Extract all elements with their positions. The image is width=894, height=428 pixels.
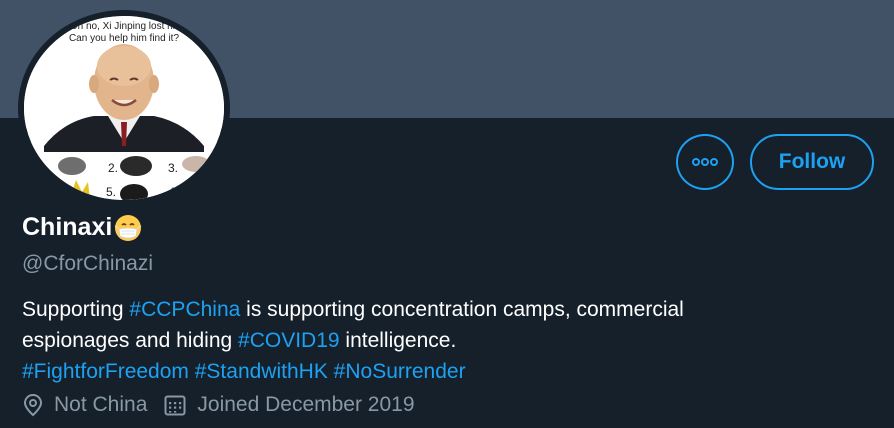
hashtag-link[interactable]: #CCPChina: [129, 298, 240, 321]
calendar-icon: [164, 395, 186, 416]
avatar-option-3: 3.: [168, 161, 178, 175]
more-options-button[interactable]: [676, 134, 734, 190]
bio-text: espionages and hiding: [22, 329, 239, 352]
display-name: Chinaxi: [22, 213, 113, 241]
follow-button-label: Follow: [778, 150, 846, 173]
bio-line-1: Supporting #CCPChina is supporting conce…: [22, 294, 882, 325]
joined-item: Joined December 2019: [163, 393, 415, 417]
bio-text: is supporting concentration camps, comme…: [240, 298, 684, 321]
hashtag-link[interactable]: #NoSurrender: [334, 360, 466, 383]
bio-text: intelligence.: [339, 329, 457, 352]
profile-handle: @CforChinazi: [22, 252, 154, 275]
profile-name-row: Chinaxi: [22, 213, 142, 242]
location-text: Not China: [54, 393, 148, 416]
avatar-option-5: 5.: [106, 185, 116, 199]
follow-button[interactable]: Follow: [750, 134, 874, 190]
profile-avatar[interactable]: Oh no, Xi Jinping lost his hair! Can you…: [18, 10, 230, 206]
avatar-option-1: 1.: [38, 161, 48, 175]
hashtag-link[interactable]: #FightforFreedom: [22, 360, 189, 383]
avatar-caption-line1: Oh no, Xi Jinping lost his hair!: [70, 21, 202, 32]
hashtag-link[interactable]: #COVID19: [238, 329, 340, 352]
ellipsis-icon: [692, 158, 718, 166]
avatar-option-2: 2.: [108, 161, 118, 175]
joined-text: Joined December 2019: [197, 393, 415, 416]
avatar-option-6: 6.: [170, 185, 180, 199]
location-item: Not China: [22, 393, 147, 417]
profile-bio: Supporting #CCPChina is supporting conce…: [22, 294, 882, 387]
bio-text: Supporting: [22, 298, 130, 321]
hashtag-link[interactable]: #StandwithHK: [195, 360, 328, 383]
avatar-caption-line2: Can you help him find it?: [69, 33, 180, 44]
profile-meta: Not China Joined December 2019: [22, 393, 415, 417]
location-pin-icon: [23, 393, 43, 417]
bio-line-2: espionages and hiding #COVID19 intellige…: [22, 325, 882, 356]
avatar-option-4: 4.: [44, 185, 54, 199]
bio-line-3: #FightforFreedom #StandwithHK #NoSurrend…: [22, 356, 882, 387]
avatar-image: Oh no, Xi Jinping lost his hair! Can you…: [24, 16, 224, 200]
face-with-medical-mask-icon: [114, 214, 142, 241]
